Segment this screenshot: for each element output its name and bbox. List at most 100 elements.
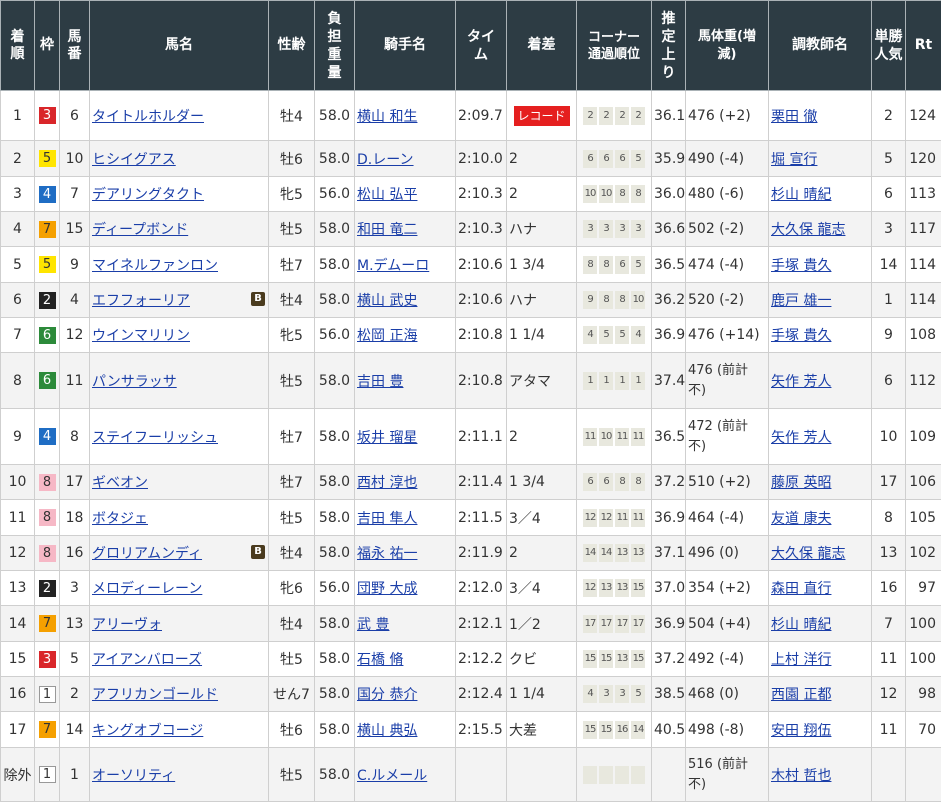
time-text: 2:15.5 xyxy=(458,721,503,738)
popularity-cell: 11 xyxy=(871,711,906,748)
waku-cell: 3 xyxy=(34,90,60,141)
jockey-link[interactable]: 国分 恭介 xyxy=(357,687,417,703)
trainer-cell: 矢作 芳人 xyxy=(768,352,872,409)
weight-text: 58.0 xyxy=(318,292,351,308)
horse-name-link[interactable]: アフリカンゴールド xyxy=(92,687,218,703)
horse-name-link[interactable]: キングオブコージ xyxy=(92,723,203,739)
trainer-link[interactable]: 木村 哲也 xyxy=(771,768,831,784)
horse-name-link[interactable]: パンサラッサ xyxy=(92,374,177,390)
jockey-link[interactable]: 武 豊 xyxy=(357,617,389,633)
jockey-link[interactable]: 石橋 脩 xyxy=(357,652,403,668)
jockey-link[interactable]: 横山 典弘 xyxy=(357,723,417,739)
horse-name-link[interactable]: ステイフーリッシュ xyxy=(92,430,218,446)
horse-name-link[interactable]: アリーヴォ xyxy=(92,617,162,633)
header-time[interactable]: タイム xyxy=(455,0,507,91)
header-last3f[interactable]: 推定上り xyxy=(651,0,686,91)
sexage-text: 牝5 xyxy=(280,328,303,344)
jockey-link[interactable]: 団野 大成 xyxy=(357,581,417,597)
corner-cell: 12 12 11 11 xyxy=(576,499,652,536)
last3f-cell: 36.9 xyxy=(651,605,686,642)
horse-name-cell: メロディーレーン xyxy=(89,570,269,606)
trainer-link[interactable]: 栗田 徹 xyxy=(771,109,817,125)
horse-name-link[interactable]: メロディーレーン xyxy=(92,581,202,597)
horse-name-link[interactable]: グロリアムンディ xyxy=(92,546,202,562)
trainer-link[interactable]: 堀 宣行 xyxy=(771,152,817,168)
header-sexage-label: 性齢 xyxy=(277,37,306,53)
corner-position: 12 xyxy=(583,579,597,597)
header-trainer[interactable]: 調教師名 xyxy=(768,0,872,91)
corner-positions: 14 14 13 13 xyxy=(578,544,651,562)
trainer-link[interactable]: 矢作 芳人 xyxy=(771,430,831,446)
jockey-link[interactable]: 坂井 瑠星 xyxy=(357,430,417,446)
waku-badge: 7 xyxy=(38,220,56,238)
jockey-link[interactable]: 福永 祐一 xyxy=(357,546,417,562)
corner-positions: 17 17 17 17 xyxy=(578,614,651,633)
waku-badge: 8 xyxy=(38,473,56,491)
waku-badge: 1 xyxy=(38,685,56,703)
header-pop[interactable]: 単勝人気 xyxy=(871,0,906,91)
trainer-link[interactable]: 上村 洋行 xyxy=(771,652,831,668)
header-rt[interactable]: Rt xyxy=(905,0,941,91)
trainer-link[interactable]: 大久保 龍志 xyxy=(771,222,845,238)
trainer-link[interactable]: 森田 直行 xyxy=(771,581,831,597)
time-cell: 2:11.5 xyxy=(455,499,507,536)
horse-name-link[interactable]: デアリングタクト xyxy=(92,187,204,203)
waku-badge: 8 xyxy=(38,544,56,562)
horse-name-cell: ギベオン xyxy=(89,464,269,500)
header-weight[interactable]: 負担重量 xyxy=(314,0,355,91)
jockey-link[interactable]: 吉田 豊 xyxy=(357,374,403,390)
horse-name-link[interactable]: タイトルホルダー xyxy=(92,109,204,125)
trainer-link[interactable]: 大久保 龍志 xyxy=(771,546,845,562)
weight-text: 58.0 xyxy=(318,509,351,526)
weight-text: 58.0 xyxy=(318,474,351,490)
jockey-link[interactable]: 松山 弘平 xyxy=(357,187,417,203)
horse-name-cell: タイトルホルダー xyxy=(89,90,269,141)
rank-text: 11 xyxy=(8,509,27,526)
trainer-link[interactable]: 友道 康夫 xyxy=(771,511,831,527)
trainer-link[interactable]: 杉山 晴紀 xyxy=(771,617,831,633)
jockey-link[interactable]: 横山 和生 xyxy=(357,109,417,125)
horse-name-link[interactable]: ウインマリリン xyxy=(92,328,190,344)
umaban-cell: 15 xyxy=(59,211,90,247)
jockey-link[interactable]: 松岡 正海 xyxy=(357,328,417,344)
trainer-link[interactable]: 杉山 晴紀 xyxy=(771,187,831,203)
horse-name-link[interactable]: マイネルファンロン xyxy=(92,258,218,274)
trainer-link[interactable]: 矢作 芳人 xyxy=(771,374,831,390)
trainer-link[interactable]: 手塚 貴久 xyxy=(771,258,831,274)
header-weight-label: 負担重量 xyxy=(327,10,342,81)
jockey-link[interactable]: 西村 淳也 xyxy=(357,475,417,491)
header-bodyweight[interactable]: 馬体重(増減) xyxy=(685,0,769,91)
trainer-link[interactable]: 鹿戸 雄一 xyxy=(771,293,831,309)
header-name[interactable]: 馬名 xyxy=(89,0,269,91)
rating-text: 112 xyxy=(909,372,936,389)
jockey-link[interactable]: M.デムーロ xyxy=(357,258,429,274)
horse-name-link[interactable]: ギベオン xyxy=(92,475,148,491)
horse-name-link[interactable]: エフフォーリア xyxy=(92,293,190,309)
jockey-link[interactable]: D.レーン xyxy=(357,152,414,168)
header-rank[interactable]: 着順 xyxy=(0,0,35,91)
jockey-link[interactable]: 横山 武史 xyxy=(357,293,417,309)
horse-name-link[interactable]: ヒシイグアス xyxy=(92,152,176,168)
jockey-link[interactable]: 和田 竜二 xyxy=(357,222,417,238)
header-corner[interactable]: コーナー通過順位 xyxy=(576,0,652,91)
time-text: 2:12.0 xyxy=(458,580,503,596)
horse-name-link[interactable]: オーソリティ xyxy=(92,768,175,784)
waku-cell: 8 xyxy=(34,499,60,536)
jockey-link[interactable]: C.ルメール xyxy=(357,768,427,784)
header-margin[interactable]: 着差 xyxy=(506,0,577,91)
header-sexage[interactable]: 性齢 xyxy=(268,0,315,91)
header-waku[interactable]: 枠 xyxy=(34,0,60,91)
jockey-link[interactable]: 吉田 隼人 xyxy=(357,511,417,527)
waku-badge: 7 xyxy=(38,615,56,632)
header-umaban[interactable]: 馬番 xyxy=(59,0,90,91)
weight-text: 58.0 xyxy=(318,721,351,738)
trainer-link[interactable]: 西園 正都 xyxy=(771,687,831,703)
trainer-link[interactable]: 手塚 貴久 xyxy=(771,328,831,344)
horse-name-link[interactable]: ボタジェ xyxy=(92,511,148,527)
horse-name-link[interactable]: アイアンバローズ xyxy=(92,652,202,668)
horse-name-link[interactable]: ディープボンド xyxy=(92,222,188,238)
trainer-link[interactable]: 藤原 英昭 xyxy=(771,475,831,491)
trainer-link[interactable]: 安田 翔伍 xyxy=(771,723,831,739)
rating-cell: 97 xyxy=(905,570,941,606)
header-jockey[interactable]: 騎手名 xyxy=(354,0,456,91)
